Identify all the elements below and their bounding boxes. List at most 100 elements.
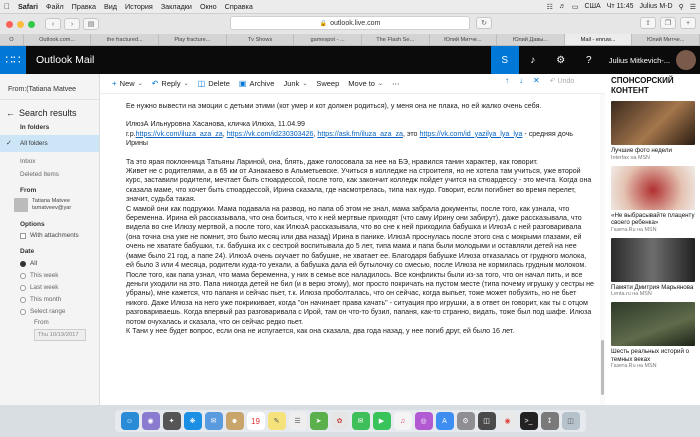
mail-icon[interactable]: ✉ — [204, 412, 223, 430]
apple-icon[interactable]:  — [4, 2, 10, 11]
folder-all-folders[interactable]: ✓ All folders — [0, 135, 99, 152]
ad-card[interactable]: Лучшие фото недели Interfax на MSN — [611, 101, 697, 161]
help-icon[interactable]: ? — [575, 46, 603, 74]
trash-icon[interactable]: ◫ — [561, 412, 580, 430]
avatar[interactable] — [676, 50, 696, 70]
zoom-window-button[interactable] — [28, 20, 35, 28]
browser-tab-8[interactable]: Юлий Давы... — [497, 34, 565, 45]
sweep-button[interactable]: Sweep — [316, 79, 339, 88]
browser-tab-1[interactable]: Outlook.com... — [24, 34, 92, 45]
from-date-input[interactable]: Thu 10/19/2017 — [34, 329, 86, 341]
close-icon[interactable]: ✕ — [533, 76, 540, 85]
chevron-down-icon[interactable]: ⌄ — [378, 80, 383, 87]
undo-button[interactable]: ↶ Undo — [550, 77, 575, 85]
browser-tab-3[interactable]: Play fracture... — [159, 34, 227, 45]
browser-tab-6[interactable]: The Flash Se... — [362, 34, 430, 45]
archive-button[interactable]: ▣ Archive — [239, 79, 275, 88]
browser-tab-5[interactable]: gamespot - ... — [294, 34, 362, 45]
date-select-range-radio[interactable]: Select range — [0, 303, 99, 315]
safari-icon[interactable]: ❋ — [183, 412, 202, 430]
date-this-week-radio[interactable]: This week — [0, 267, 99, 279]
askfm-link[interactable]: https://ask.fm/iluza_aza_za — [317, 130, 403, 138]
maps-icon[interactable]: ➤ — [309, 412, 328, 430]
folder-inbox[interactable]: Inbox — [0, 152, 99, 165]
menu-help[interactable]: Справка — [225, 2, 253, 11]
app-title[interactable]: Outlook Mail — [36, 54, 94, 66]
vk-link-3[interactable]: https://vk.com/id_yazilya_lya_lya — [419, 130, 522, 138]
finder-icon[interactable]: ☺ — [120, 412, 139, 430]
music-icon[interactable]: ♫ — [393, 412, 412, 430]
browser-tab-4[interactable]: Tv Shows — [227, 34, 295, 45]
system-preferences-icon[interactable]: ⚙ — [456, 412, 475, 430]
input-source[interactable]: США — [585, 3, 601, 10]
siri-icon[interactable]: ◉ — [141, 412, 160, 430]
reply-button[interactable]: ↶ Reply ⌄ — [152, 79, 189, 88]
close-window-button[interactable] — [6, 20, 13, 28]
new-button[interactable]: + New ⌄ — [112, 79, 143, 88]
terminal-icon[interactable]: >_ — [519, 412, 538, 430]
ad-card[interactable]: Памяти Дмитрия Марьянова Lenta.ru на MSN — [611, 237, 697, 297]
minimize-window-button[interactable] — [17, 20, 24, 28]
ad-card[interactable]: «Не выбрасывайте плаценту своего ребенка… — [611, 165, 697, 233]
downloads-icon[interactable]: ↧ — [540, 412, 559, 430]
browser-tab-0[interactable]: О — [0, 34, 24, 45]
folder-deleted-items[interactable]: Deleted Items — [0, 165, 99, 178]
menubar-user[interactable]: Julius M-D — [640, 3, 673, 10]
messages-icon[interactable]: ✉ — [351, 412, 370, 430]
contacts-icon[interactable]: ☻ — [225, 412, 244, 430]
browser-tab-10[interactable]: Юлий Митче... — [632, 34, 700, 45]
launchpad-icon[interactable]: ✦ — [162, 412, 181, 430]
reload-icon[interactable]: ↻ — [476, 17, 492, 29]
arrow-up-icon[interactable]: ↑ — [505, 76, 509, 85]
battery-icon[interactable]: ▭ — [572, 3, 579, 11]
account-name[interactable]: Julius Mitkevich-... — [609, 56, 670, 65]
volume-icon[interactable]: ♬ — [559, 3, 566, 10]
skype-icon[interactable]: S — [490, 46, 519, 74]
url-bar[interactable]: 🔒 outlook.live.com — [230, 16, 470, 30]
date-last-week-radio[interactable]: Last week — [0, 279, 99, 291]
tv-icon[interactable]: ◫ — [477, 412, 496, 430]
from-person-filter[interactable]: Tatiana Matvee tamatveev@yar — [0, 194, 99, 212]
menu-bookmarks[interactable]: Закладки — [161, 2, 192, 11]
photos-icon[interactable]: ✿ — [330, 412, 349, 430]
chevron-down-icon[interactable]: ⌄ — [184, 80, 189, 87]
browser-tab-9[interactable]: Mail - enruw... — [564, 34, 633, 45]
menu-file[interactable]: Файл — [46, 2, 64, 11]
menu-window[interactable]: Окно — [200, 2, 217, 11]
new-tab-button[interactable]: + — [680, 17, 696, 29]
app-store-icon[interactable]: A — [435, 412, 454, 430]
date-all-radio[interactable]: All — [0, 255, 99, 267]
share-button[interactable]: ⇧ — [640, 17, 656, 29]
menu-edit[interactable]: Правка — [72, 2, 96, 11]
menu-app-safari[interactable]: Safari — [18, 2, 38, 11]
move-to-button[interactable]: Move to ⌄ — [348, 79, 383, 88]
calendar-icon[interactable]: 19 — [246, 412, 265, 430]
junk-button[interactable]: Junk ⌄ — [283, 79, 307, 88]
with-attachments-checkbox[interactable]: With attachments — [0, 228, 99, 239]
gear-icon[interactable]: ⚙ — [547, 46, 575, 74]
chevron-down-icon[interactable]: ⌄ — [138, 80, 143, 87]
sidebar-button[interactable]: ▤ — [83, 18, 99, 30]
reminders-icon[interactable]: ☰ — [288, 412, 307, 430]
scrollbar-thumb[interactable] — [601, 340, 604, 395]
menu-history[interactable]: История — [125, 2, 153, 11]
menubar-clock[interactable]: Чт 11:45 — [607, 3, 634, 10]
back-button[interactable]: ‹ — [45, 18, 61, 30]
browser-tab-2[interactable]: the fractured... — [91, 34, 160, 45]
podcasts-icon[interactable]: ◎ — [414, 412, 433, 430]
search-query[interactable]: From:(Tatiana Matvee — [0, 74, 99, 100]
menu-view[interactable]: Вид — [104, 2, 117, 11]
delete-button[interactable]: ◫ Delete — [198, 79, 230, 88]
app-launcher-icon[interactable]: ∷∷ — [0, 46, 26, 74]
chrome-icon[interactable]: ◉ — [498, 412, 517, 430]
arrow-down-icon[interactable]: ↓ — [519, 76, 523, 85]
vk-link-2[interactable]: https://vk.com/id230303426 — [227, 130, 314, 138]
ad-card[interactable]: Шесть реальных историй о темных веках Га… — [611, 302, 697, 369]
browser-tab-7[interactable]: Юлий Митче... — [430, 34, 498, 45]
chevron-down-icon[interactable]: ⌄ — [302, 80, 307, 87]
wifi-icon[interactable]: ☷ — [547, 3, 553, 11]
notifications-icon[interactable]: ☰ — [690, 3, 696, 11]
bell-icon[interactable]: ♪ — [519, 46, 547, 74]
more-actions-button[interactable]: ⋯ — [392, 79, 400, 88]
vk-link-1[interactable]: https://vk.com/iluza_aza_za — [136, 130, 223, 138]
